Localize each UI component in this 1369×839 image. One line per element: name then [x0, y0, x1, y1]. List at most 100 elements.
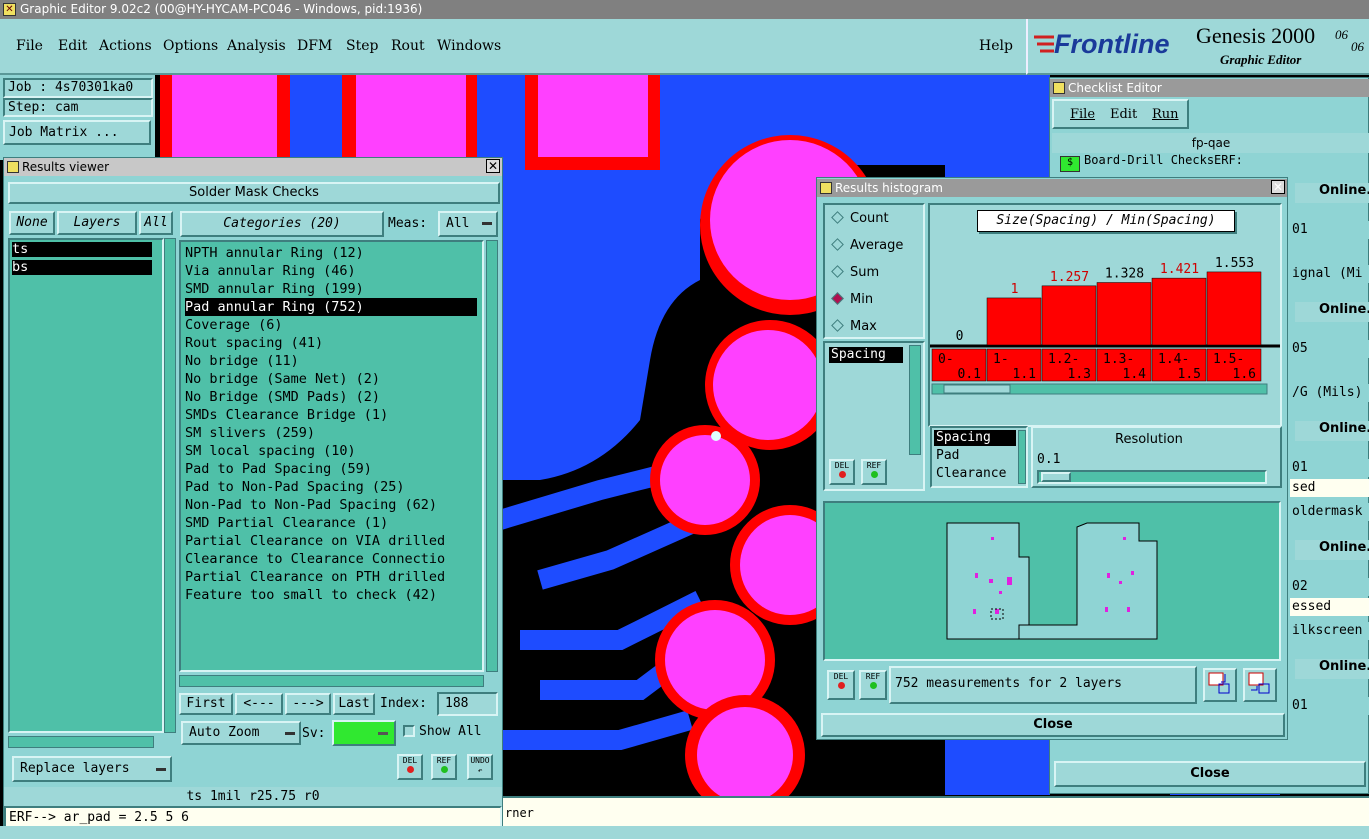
board-outline-preview [946, 522, 1158, 640]
histogram-bar[interactable] [1151, 277, 1207, 346]
category-item[interactable]: NPTH annular Ring (12) [185, 244, 364, 262]
mode-radio-min[interactable]: Min [831, 292, 873, 307]
category-item[interactable]: Pad to Non-Pad Spacing (25) [185, 478, 404, 496]
index-input[interactable]: 188 [437, 692, 498, 716]
layer-list-scrollbar[interactable] [164, 238, 176, 733]
histogram-close-button[interactable]: Close [821, 713, 1285, 737]
close-icon[interactable]: ✕ [1271, 180, 1285, 194]
online-button[interactable]: Online. [1295, 421, 1369, 441]
board-preview[interactable] [823, 501, 1281, 661]
prev-button[interactable]: <--- [235, 693, 283, 715]
online-button[interactable]: Online. [1295, 302, 1369, 322]
histogram-bar[interactable] [986, 297, 1042, 346]
attr-list[interactable]: Spacing Pad Clearance [930, 426, 1028, 488]
slider-thumb[interactable] [1041, 472, 1071, 482]
category-item[interactable]: Feature too small to check (42) [185, 586, 437, 604]
preview-ref-button[interactable]: REF [859, 670, 887, 700]
job-matrix-button[interactable]: Job Matrix ... [3, 120, 151, 145]
menu-dfm[interactable]: DFM [297, 38, 332, 54]
category-item[interactable]: No bridge (Same Net) (2) [185, 370, 380, 388]
mode-radio-average[interactable]: Average [831, 238, 903, 253]
attr-item[interactable]: Spacing [934, 430, 1016, 446]
categories-button[interactable]: Categories (20) [180, 211, 384, 237]
checklist-menu-file[interactable]: File [1070, 107, 1095, 122]
category-item[interactable]: No bridge (11) [185, 352, 299, 370]
mode-radio-count[interactable]: Count [831, 211, 889, 226]
measure-list-scrollbar[interactable] [909, 345, 921, 455]
checklist-close-button[interactable]: Close [1054, 761, 1366, 787]
layer-item[interactable]: bs [12, 260, 152, 275]
attr-item[interactable]: Clearance [936, 466, 1006, 481]
measurement-summary: 752 measurements for 2 layers [889, 666, 1197, 704]
undo-button[interactable]: UNDO ↶ [467, 754, 493, 780]
category-list-hscrollbar[interactable] [179, 675, 484, 687]
next-button[interactable]: ---> [285, 693, 331, 715]
category-item[interactable]: Partial Clearance on VIA drilled [185, 532, 445, 550]
histogram-bar[interactable] [1206, 271, 1262, 346]
check-group-header[interactable]: Solder Mask Checks [8, 182, 500, 204]
del-button[interactable]: DEL [397, 754, 423, 780]
category-item[interactable]: No Bridge (SMD Pads) (2) [185, 388, 380, 406]
hist-ref-button[interactable]: REF [861, 459, 887, 485]
category-item[interactable]: Partial Clearance on PTH drilled [185, 568, 445, 586]
category-item[interactable]: Pad to Pad Spacing (59) [185, 460, 372, 478]
category-item[interactable]: Coverage (6) [185, 316, 283, 334]
category-item[interactable]: Non-Pad to Non-Pad Spacing (62) [185, 496, 437, 514]
checklist-menu-run[interactable]: Run [1152, 107, 1179, 122]
checklist-menu-edit[interactable]: Edit [1110, 107, 1137, 122]
export-left-button[interactable] [1203, 668, 1237, 702]
layers-all-button[interactable]: All [139, 211, 173, 235]
online-button[interactable]: Online. [1295, 183, 1369, 203]
category-item[interactable]: Via annular Ring (46) [185, 262, 356, 280]
menu-actions[interactable]: Actions [99, 38, 152, 54]
category-item[interactable]: Clearance to Clearance Connectio [185, 550, 445, 568]
category-item[interactable]: SM slivers (259) [185, 424, 315, 442]
preview-del-button[interactable]: DEL [827, 670, 855, 700]
last-button[interactable]: Last [333, 693, 375, 715]
category-list-scrollbar[interactable] [486, 240, 498, 672]
ref-button[interactable]: REF [431, 754, 457, 780]
checklist-row[interactable]: $ Board-Drill Checks ERF: [1054, 153, 1369, 175]
histogram-bar[interactable] [1096, 282, 1152, 346]
layers-button[interactable]: Layers [57, 211, 137, 235]
layer-item[interactable]: ts [12, 242, 152, 257]
menu-options[interactable]: Options [163, 38, 218, 54]
layers-none-button[interactable]: None [9, 211, 55, 235]
category-item[interactable]: Rout spacing (41) [185, 334, 323, 352]
layer-list[interactable]: ts bs [8, 238, 164, 733]
replace-layers-dropdown[interactable]: Replace layers [12, 756, 172, 782]
category-item[interactable]: SM local spacing (10) [185, 442, 356, 460]
hist-del-button[interactable]: DEL [829, 459, 855, 485]
export-right-button[interactable] [1243, 668, 1277, 702]
menu-file[interactable]: File [16, 38, 43, 54]
menu-edit[interactable]: Edit [58, 38, 87, 54]
measure-list-item[interactable]: Spacing [829, 347, 903, 363]
online-button[interactable]: Online. [1295, 659, 1369, 679]
scrollbar-thumb[interactable] [943, 384, 1011, 394]
first-button[interactable]: First [179, 693, 233, 715]
menu-rout[interactable]: Rout [391, 38, 425, 54]
menu-help[interactable]: Help [979, 38, 1013, 54]
resolution-slider[interactable] [1037, 470, 1267, 484]
category-list[interactable]: NPTH annular Ring (12) Via annular Ring (… [179, 240, 484, 672]
mode-radio-max[interactable]: Max [831, 319, 877, 334]
category-item[interactable]: Pad annular Ring (752) [185, 298, 477, 316]
online-button[interactable]: Online. [1295, 540, 1369, 560]
meas-dropdown[interactable]: All [438, 211, 498, 237]
category-item[interactable]: SMDs Clearance Bridge (1) [185, 406, 388, 424]
attr-item[interactable]: Pad [936, 448, 959, 463]
category-item[interactable]: SMD annular Ring (199) [185, 280, 364, 298]
mode-radio-sum[interactable]: Sum [831, 265, 879, 280]
category-item[interactable]: SMD Partial Clearance (1) [185, 514, 388, 532]
menu-step[interactable]: Step [346, 38, 378, 54]
auto-zoom-dropdown[interactable]: Auto Zoom [181, 721, 301, 745]
show-all-checkbox[interactable] [403, 725, 415, 737]
menu-windows[interactable]: Windows [437, 38, 501, 54]
close-icon[interactable]: ✕ [486, 159, 500, 173]
attr-list-scrollbar[interactable] [1018, 430, 1026, 484]
menu-analysis[interactable]: Analysis [227, 38, 286, 54]
layer-list-hscrollbar[interactable] [8, 736, 154, 748]
range-label: 0.1 [958, 367, 981, 382]
severity-color-dropdown[interactable] [332, 720, 396, 746]
histogram-bar[interactable] [1041, 285, 1097, 346]
